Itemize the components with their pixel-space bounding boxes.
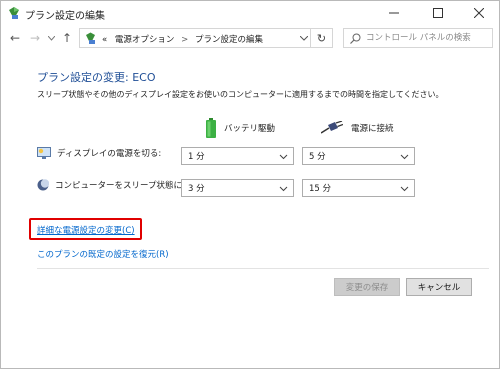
control-panel-icon: [86, 32, 95, 44]
close-icon: [474, 8, 484, 18]
chevron-down-icon: [400, 186, 409, 192]
back-button[interactable]: ←: [7, 29, 23, 47]
maximize-button[interactable]: [418, 1, 458, 25]
select-sleep-plugged[interactable]: 15 分: [302, 179, 415, 197]
sleep-moon-icon: [37, 179, 49, 191]
column-header-battery: バッテリ駆動: [206, 117, 275, 139]
search-icon: [350, 33, 361, 44]
cancel-button[interactable]: キャンセル: [406, 278, 472, 296]
search-box[interactable]: [343, 28, 493, 48]
maximize-icon: [433, 8, 443, 18]
minimize-icon: [389, 12, 399, 14]
arrow-up-icon: ↑: [61, 31, 73, 45]
breadcrumb-item-edit-plan[interactable]: プラン設定の編集: [195, 35, 263, 45]
select-value: 3 分: [188, 184, 205, 194]
arrow-right-icon: →: [29, 31, 41, 45]
breadcrumb-item-power-options[interactable]: 電源オプション: [115, 35, 175, 45]
chevron-down-icon: [279, 186, 288, 192]
column-header-plugged: 電源に接続: [321, 117, 394, 139]
chevron-down-icon: [300, 35, 308, 41]
up-button[interactable]: ↑: [59, 29, 75, 47]
minimize-button[interactable]: [374, 1, 414, 25]
advanced-settings-link[interactable]: 詳細な電源設定の変更(C): [37, 224, 135, 236]
row-text-sleep: コンピューターをスリープ状態にする:: [55, 181, 202, 191]
row-label-sleep: コンピューターをスリープ状態にする:: [37, 179, 202, 191]
arrow-left-icon: ←: [9, 31, 21, 45]
address-dropdown-button[interactable]: [298, 32, 310, 44]
row-text-display-off: ディスプレイの電源を切る:: [57, 149, 162, 159]
page-title: プラン設定の変更: ECO: [37, 71, 156, 84]
divider: [37, 268, 489, 269]
column-label-battery: バッテリ駆動: [224, 124, 276, 134]
window-title: プラン設定の編集: [25, 11, 105, 22]
address-row: ← → ↑ « 電源オプション > プラン設定の編集 ↻ コントロール パネルの…: [1, 25, 499, 51]
chevron-down-icon: [47, 35, 55, 41]
recent-locations-button[interactable]: [45, 29, 57, 47]
restore-defaults-link[interactable]: このプランの既定の設定を復元(R): [37, 248, 169, 260]
breadcrumb: « 電源オプション > プラン設定の編集: [102, 33, 263, 45]
breadcrumb-overflow[interactable]: «: [102, 35, 107, 45]
chevron-down-icon: [279, 154, 288, 160]
refresh-icon: ↻: [316, 31, 327, 45]
select-display-battery[interactable]: 1 分: [181, 147, 294, 165]
power-options-icon: [9, 7, 19, 19]
select-sleep-battery[interactable]: 3 分: [181, 179, 294, 197]
page-description: スリープ状態やその他のディスプレイ設定をお使いのコンピューターに適用するまでの時…: [37, 90, 444, 99]
close-button[interactable]: [459, 1, 499, 25]
column-label-plugged: 電源に接続: [351, 124, 394, 134]
forward-button[interactable]: →: [27, 29, 43, 47]
save-changes-button[interactable]: 変更の保存: [334, 278, 400, 296]
display-icon: [37, 147, 51, 159]
select-value: 1 分: [188, 152, 205, 162]
chevron-down-icon: [400, 154, 409, 160]
search-input[interactable]: [366, 31, 490, 45]
edit-plan-window: プラン設定の編集 ← → ↑ « 電源オプション > プラン設定の編集 ↻ コン…: [0, 0, 500, 369]
select-value: 5 分: [309, 152, 326, 162]
power-plug-icon: [321, 121, 343, 134]
breadcrumb-separator[interactable]: >: [181, 35, 188, 45]
battery-icon: [206, 118, 216, 138]
title-bar: プラン設定の編集: [1, 1, 499, 25]
refresh-button[interactable]: ↻: [311, 28, 333, 48]
address-bar[interactable]: « 電源オプション > プラン設定の編集: [79, 28, 311, 48]
row-label-display-off: ディスプレイの電源を切る:: [37, 147, 161, 159]
select-value: 15 分: [309, 184, 332, 194]
select-display-plugged[interactable]: 5 分: [302, 147, 415, 165]
